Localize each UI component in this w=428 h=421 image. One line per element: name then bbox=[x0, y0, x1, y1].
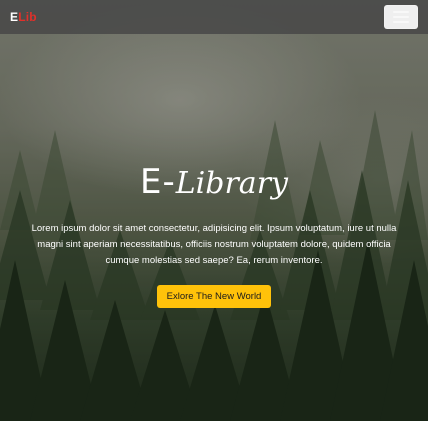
brand-e-text: E bbox=[10, 10, 19, 24]
hero-description: Lorem ipsum dolor sit amet consectetur, … bbox=[31, 223, 397, 266]
brand-logo-link[interactable]: ELib bbox=[10, 10, 37, 24]
hamburger-menu-icon bbox=[393, 11, 409, 13]
hero-content: E-Library Lorem ipsum dolor sit amet con… bbox=[20, 160, 408, 308]
hamburger-menu-icon-bar bbox=[393, 16, 409, 18]
navbar: ELib bbox=[0, 0, 428, 34]
explore-button[interactable]: Exlore The New World bbox=[156, 285, 272, 308]
hamburger-menu-icon-bar bbox=[393, 21, 409, 23]
page-title: E-Library bbox=[20, 160, 408, 206]
navbar-toggle-button[interactable] bbox=[384, 5, 418, 29]
title-script: Library bbox=[175, 166, 288, 201]
brand-lib-text: Lib bbox=[18, 10, 37, 24]
title-prefix: E- bbox=[139, 162, 176, 202]
